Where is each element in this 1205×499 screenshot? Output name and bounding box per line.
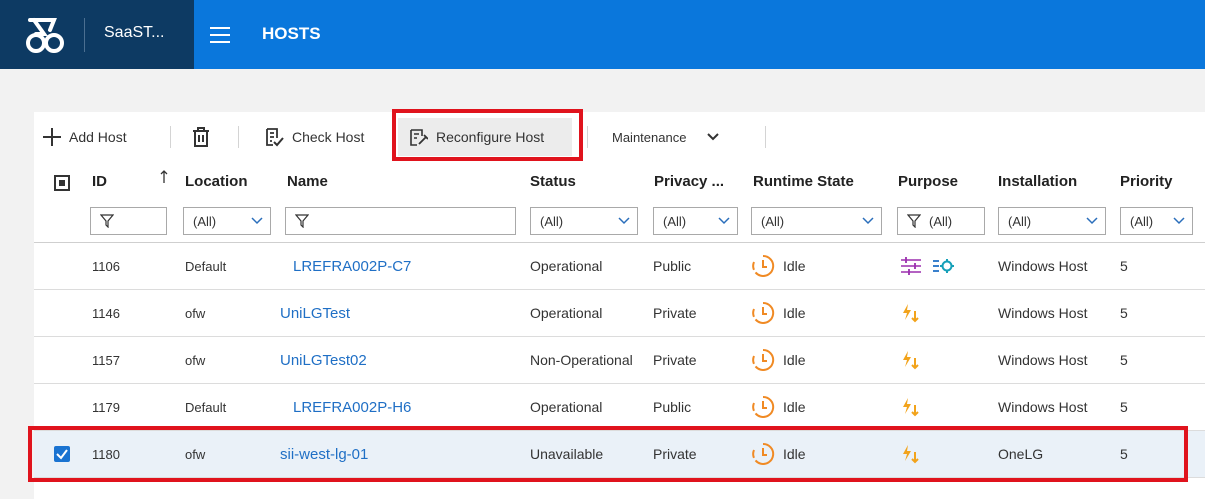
add-host-button[interactable]: Add Host xyxy=(42,112,127,162)
plus-icon xyxy=(43,128,61,146)
column-header-location[interactable]: Location xyxy=(185,162,248,200)
check-host-label: Check Host xyxy=(292,129,365,145)
idle-clock-icon xyxy=(752,395,775,418)
column-header-name[interactable]: Name xyxy=(287,162,328,200)
chevron-down-icon xyxy=(1086,217,1098,225)
load-generator-icon xyxy=(903,304,919,323)
purpose-icons xyxy=(900,337,920,383)
purpose-icons xyxy=(900,431,920,477)
runtime-state: Idle xyxy=(751,243,806,289)
top-bar: SaaST... HOSTS xyxy=(0,0,1205,69)
runtime-state: Idle xyxy=(751,384,806,430)
reconfigure-icon xyxy=(410,129,428,146)
chevron-down-icon xyxy=(1173,217,1185,225)
reconfigure-host-button[interactable]: Reconfigure Host xyxy=(398,118,572,156)
idle-clock-icon xyxy=(752,254,775,277)
runtime-state: Idle xyxy=(751,431,806,477)
host-name-link[interactable]: UniLGTest02 xyxy=(280,337,367,383)
check-host-icon xyxy=(266,128,284,147)
column-header-purpose[interactable]: Purpose xyxy=(898,162,958,200)
maintenance-dropdown[interactable]: Maintenance xyxy=(612,112,720,162)
maintenance-label: Maintenance xyxy=(612,129,687,145)
load-generator-icon xyxy=(903,398,919,417)
purpose-icons xyxy=(900,243,954,289)
purpose-icons xyxy=(900,384,920,430)
table-row-selected[interactable]: 1180 ofw sii-west-lg-01 Unavailable Priv… xyxy=(34,431,1205,478)
brand-divider xyxy=(84,18,85,52)
host-name-link[interactable]: LREFRA002P-H6 xyxy=(293,384,411,430)
runtime-state: Idle xyxy=(751,337,806,383)
column-header-priority[interactable]: Priority xyxy=(1120,162,1173,200)
check-host-button[interactable]: Check Host xyxy=(264,112,364,162)
filter-icon xyxy=(295,214,309,228)
tenant-name[interactable]: SaaST... xyxy=(104,24,164,42)
privacy-filter[interactable]: (All) xyxy=(653,207,738,235)
toolbar-divider xyxy=(587,126,588,148)
reconfigure-host-label: Reconfigure Host xyxy=(436,129,545,145)
priority-filter[interactable]: (All) xyxy=(1120,207,1193,235)
trash-icon xyxy=(193,127,209,147)
purpose-icons xyxy=(900,290,920,336)
idle-clock-icon xyxy=(752,442,775,465)
column-header-runtime-state[interactable]: Runtime State xyxy=(753,162,854,200)
row-checkbox[interactable] xyxy=(54,446,70,462)
chevron-down-icon xyxy=(718,217,730,225)
installation-filter[interactable]: (All) xyxy=(998,207,1106,235)
chevron-down-icon xyxy=(618,217,630,225)
column-header-installation[interactable]: Installation xyxy=(998,162,1077,200)
runtime-state-filter[interactable]: (All) xyxy=(751,207,882,235)
column-header-status[interactable]: Status xyxy=(530,162,576,200)
page-title: HOSTS xyxy=(262,24,321,43)
table-row[interactable]: 1157 ofw UniLGTest02 Non-Operational Pri… xyxy=(34,337,1205,384)
host-name-link[interactable]: UniLGTest xyxy=(280,290,350,336)
idle-clock-icon xyxy=(752,301,775,324)
id-filter[interactable] xyxy=(90,207,167,235)
hamburger-menu-icon[interactable] xyxy=(210,27,230,43)
host-name-link[interactable]: LREFRA002P-C7 xyxy=(293,243,411,289)
delete-button[interactable] xyxy=(190,112,212,162)
purpose-filter[interactable]: (All) xyxy=(897,207,985,235)
grid-toolbar: Add Host Check Host Reconfigure Host Mai xyxy=(34,112,1205,162)
table-row[interactable]: 1146 ofw UniLGTest Operational Private I… xyxy=(34,290,1205,337)
table-row[interactable]: 1106 Default LREFRA002P-C7 Operational P… xyxy=(34,243,1205,290)
sort-ascending-icon[interactable] xyxy=(159,170,169,184)
add-host-label: Add Host xyxy=(69,129,127,145)
host-name-link[interactable]: sii-west-lg-01 xyxy=(280,431,368,477)
toolbar-divider xyxy=(170,126,171,148)
chevron-down-icon xyxy=(251,217,263,225)
name-filter[interactable] xyxy=(285,207,516,235)
hosts-grid-panel: Add Host Check Host Reconfigure Host Mai xyxy=(28,109,1205,499)
runtime-state: Idle xyxy=(751,290,806,336)
status-filter[interactable]: (All) xyxy=(530,207,638,235)
table-row[interactable]: 1179 Default LREFRA002P-H6 Operational P… xyxy=(34,384,1205,431)
location-filter[interactable]: (All) xyxy=(183,207,271,235)
load-generator-icon xyxy=(903,445,919,464)
filter-icon xyxy=(907,214,921,228)
controller-icon xyxy=(901,257,921,275)
toolbar-divider xyxy=(238,126,239,148)
select-all-checkbox[interactable] xyxy=(54,175,70,191)
app-logo-icon xyxy=(26,18,64,53)
column-header-id[interactable]: ID xyxy=(92,162,107,200)
toolbar-divider xyxy=(765,126,766,148)
monitoring-gear-icon xyxy=(933,259,954,273)
chevron-down-icon xyxy=(707,133,720,141)
filter-icon xyxy=(100,214,114,228)
checkmark-icon xyxy=(56,449,68,460)
column-header-privacy[interactable]: Privacy ... xyxy=(654,162,724,200)
chevron-down-icon xyxy=(862,217,874,225)
brand-area: SaaST... xyxy=(0,0,194,69)
load-generator-icon xyxy=(903,351,919,370)
idle-clock-icon xyxy=(752,348,775,371)
